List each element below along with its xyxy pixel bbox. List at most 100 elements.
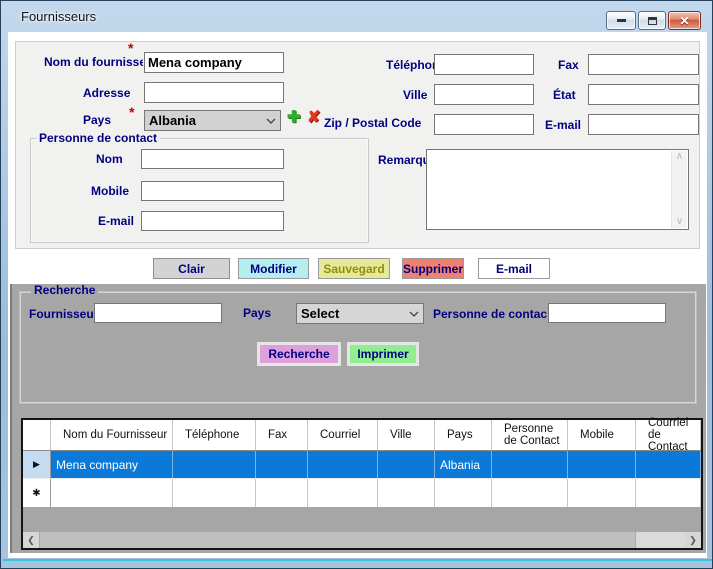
etat-input[interactable] (588, 84, 699, 105)
cell-courriel[interactable] (308, 479, 378, 507)
modifier-button[interactable]: Modifier (238, 258, 309, 279)
scroll-up-icon[interactable]: ∧ (676, 151, 683, 163)
contact-nom-input[interactable] (141, 149, 284, 169)
scrollbar-track[interactable] (636, 532, 685, 548)
header-fax[interactable]: Fax (256, 420, 308, 450)
pays-combo[interactable]: Albania (144, 110, 281, 131)
minimize-icon (617, 19, 626, 22)
cell-nom[interactable]: Mena company (51, 451, 173, 478)
cell-courriel-contact[interactable] (636, 451, 701, 478)
search-contact-input[interactable] (548, 303, 666, 323)
header-courriel[interactable]: Courriel (308, 420, 378, 450)
cell-telephone[interactable] (173, 451, 256, 478)
scroll-right-icon[interactable]: ❯ (685, 532, 701, 548)
header-personne-contact[interactable]: Personne de Contact (492, 420, 568, 450)
cell-pays[interactable]: Albania (435, 451, 492, 478)
suppliers-grid: Nom du Fournisseur Téléphone Fax Courrie… (21, 418, 703, 550)
search-fournisseur-input[interactable] (94, 303, 222, 323)
sauvegard-button[interactable]: Sauvegard (318, 258, 390, 279)
search-contact-label: Personne de contact (433, 307, 547, 322)
required-marker-pays: * (129, 107, 134, 117)
cell-telephone[interactable] (173, 479, 256, 507)
cell-ville[interactable] (378, 451, 435, 478)
fax-label: Fax (558, 58, 579, 73)
cell-fax[interactable] (256, 451, 308, 478)
contact-group-title: Personne de contact (36, 132, 160, 145)
window-bottom-accent (3, 559, 712, 561)
ville-input[interactable] (434, 84, 534, 105)
cell-courriel-contact[interactable] (636, 479, 701, 507)
required-marker-nom: * (128, 43, 133, 53)
header-mobile[interactable]: Mobile (568, 420, 636, 450)
contact-mobile-input[interactable] (141, 181, 284, 201)
fax-input[interactable] (588, 54, 699, 75)
maximize-button[interactable] (638, 11, 666, 30)
chevron-down-icon (266, 118, 276, 124)
cell-personne[interactable] (492, 451, 568, 478)
grid-header-row: Nom du Fournisseur Téléphone Fax Courrie… (23, 420, 701, 451)
search-pays-combo-value: Select (301, 306, 409, 321)
cell-fax[interactable] (256, 479, 308, 507)
search-pays-label: Pays (243, 306, 271, 321)
clair-button[interactable]: Clair (153, 258, 230, 279)
header-selector (23, 420, 51, 450)
email-input[interactable] (588, 114, 699, 135)
remarque-scrollbar[interactable]: ∧ ∨ (671, 151, 687, 228)
contact-email-label: E-mail (98, 214, 134, 229)
cell-mobile[interactable] (568, 479, 636, 507)
scrollbar-thumb[interactable] (39, 532, 636, 548)
grid-empty-area (23, 507, 701, 532)
add-country-icon[interactable]: ✚ (287, 109, 300, 127)
telephone-label: Téléphone (386, 58, 434, 73)
header-telephone[interactable]: Téléphone (173, 420, 256, 450)
header-pays[interactable]: Pays (435, 420, 492, 450)
cell-personne[interactable] (492, 479, 568, 507)
close-icon: ✕ (679, 15, 689, 27)
cell-nom[interactable] (51, 479, 173, 507)
fournisseurs-window: Fournisseurs ✕ * Nom du fournisseur Adre… (0, 0, 713, 569)
header-ville[interactable]: Ville (378, 420, 435, 450)
scroll-left-icon[interactable]: ❮ (23, 532, 39, 548)
table-row-new[interactable]: ✱ (23, 479, 701, 507)
cell-pays[interactable] (435, 479, 492, 507)
search-fournisseur-label: Fournisseur (29, 307, 93, 322)
contact-email-input[interactable] (141, 211, 284, 231)
supprimer-button[interactable]: Supprimer (402, 258, 464, 279)
pays-combo-value: Albania (149, 113, 266, 128)
contact-nom-label: Nom (96, 152, 123, 167)
zip-label: Zip / Postal Code (324, 116, 421, 131)
chevron-down-icon (409, 311, 419, 317)
table-row[interactable]: ▶ Mena company Albania (23, 451, 701, 479)
adresse-input[interactable] (144, 82, 284, 103)
cell-mobile[interactable] (568, 451, 636, 478)
maximize-icon (648, 17, 657, 25)
window-title: Fournisseurs (21, 9, 96, 24)
imprimer-button[interactable]: Imprimer (347, 342, 419, 366)
contact-mobile-label: Mobile (91, 184, 129, 199)
header-courriel-contact[interactable]: Courriel de Contact (636, 420, 701, 450)
close-button[interactable]: ✕ (668, 11, 701, 30)
minimize-button[interactable] (606, 11, 636, 30)
search-pays-combo[interactable]: Select (296, 303, 424, 324)
etat-label: État (553, 88, 576, 103)
zip-input[interactable] (434, 114, 534, 135)
nom-fournisseur-input[interactable] (144, 52, 284, 73)
pays-label: Pays (83, 113, 111, 128)
grid-horizontal-scrollbar[interactable]: ❮ ❯ (23, 532, 701, 548)
cell-ville[interactable] (378, 479, 435, 507)
email-button[interactable]: E-mail (478, 258, 550, 279)
recherche-button[interactable]: Recherche (257, 342, 341, 366)
cell-courriel[interactable] (308, 451, 378, 478)
delete-country-icon[interactable]: ✘ (307, 109, 320, 127)
telephone-input[interactable] (434, 54, 534, 75)
nom-fournisseur-label: Nom du fournisseur (44, 55, 143, 70)
remarque-label: Remarque (378, 153, 426, 168)
remarque-textarea[interactable]: ∧ ∨ (426, 149, 689, 230)
ville-label: Ville (403, 88, 427, 103)
row-selector-icon[interactable]: ▶ (23, 451, 51, 478)
header-nom-fournisseur[interactable]: Nom du Fournisseur (51, 420, 173, 450)
scroll-down-icon[interactable]: ∨ (676, 216, 683, 228)
search-group-title: Recherche (31, 284, 98, 297)
new-row-icon[interactable]: ✱ (23, 479, 51, 507)
email-label: E-mail (545, 118, 581, 133)
